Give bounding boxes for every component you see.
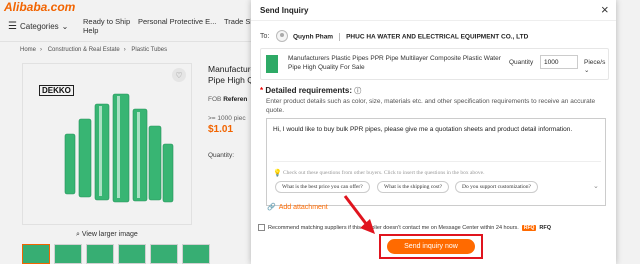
to-label: To: <box>260 33 270 40</box>
contact-name: Quynh Pham <box>293 33 334 41</box>
suggested-questions-hint: Check out these questions from other buy… <box>283 170 485 176</box>
divider <box>273 161 601 162</box>
quantity-label: Quantity <box>509 59 534 66</box>
rfq-label[interactable]: RFQ <box>539 225 551 231</box>
send-inquiry-dialog: Send Inquiry × To: Quynh Pham PHUC HA WAT… <box>251 0 616 264</box>
question-chip[interactable]: What is the shipping cost? <box>377 181 450 193</box>
question-chip[interactable]: Do you support customization? <box>455 181 538 193</box>
paperclip-icon: 🔗 <box>267 204 276 211</box>
unit-select[interactable]: Piece/s ⌄ <box>584 59 608 74</box>
question-chip[interactable]: What is the best price you can offer? <box>275 181 370 193</box>
close-icon[interactable]: × <box>601 2 609 17</box>
dialog-title: Send Inquiry <box>260 6 309 15</box>
quantity-input[interactable] <box>540 55 578 69</box>
company-name: PHUC HA WATER AND ELECTRICAL EQUIPMENT C… <box>346 33 529 41</box>
recommend-text: Recommend matching suppliers if this sup… <box>268 224 519 231</box>
recommend-row: Recommend matching suppliers if this sup… <box>258 224 551 231</box>
send-button-highlight: Send inquiry now <box>379 234 483 259</box>
lightbulb-icon: 💡 <box>273 170 282 177</box>
chevron-down-icon[interactable]: ⌄ <box>593 182 599 190</box>
chevron-down-icon: ⌄ <box>584 67 590 74</box>
avatar <box>276 30 288 42</box>
message-textarea[interactable]: Hi, I would like to buy bulk PPR pipes, … <box>266 118 606 206</box>
dialog-header: Send Inquiry × <box>251 0 616 21</box>
send-inquiry-button[interactable]: Send inquiry now <box>387 239 475 254</box>
message-text[interactable]: Hi, I would like to buy bulk PPR pipes, … <box>273 125 603 134</box>
info-icon: ⓘ <box>354 88 362 95</box>
requirements-label: * Detailed requirements: ⓘ <box>260 86 362 95</box>
product-thumbnail <box>266 55 278 73</box>
recommend-checkbox[interactable] <box>258 224 265 231</box>
recipient: Quynh Pham PHUC HA WATER AND ELECTRICAL E… <box>293 33 528 41</box>
product-name: Manufacturers Plastic Pipes PPR Pipe Mul… <box>288 55 501 71</box>
rfq-badge: RFQ <box>521 224 537 231</box>
product-summary: Manufacturers Plastic Pipes PPR Pipe Mul… <box>260 48 609 80</box>
add-attachment-link[interactable]: 🔗 Add attachment <box>267 203 328 212</box>
requirements-hint: Enter product details such as color, siz… <box>266 98 596 114</box>
